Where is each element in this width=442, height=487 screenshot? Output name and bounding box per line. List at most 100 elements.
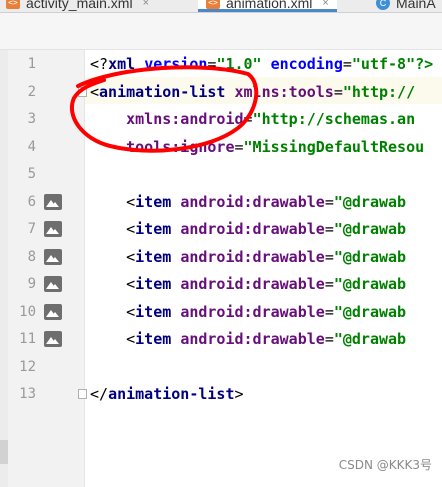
csdn-watermark: CSDN @KKK3号 — [338, 458, 432, 472]
fold-marker-icon[interactable] — [78, 389, 87, 399]
code-line: <item android:drawable="@drawab — [90, 299, 406, 326]
line-number: 2 — [27, 83, 36, 100]
line-number: 9 — [27, 276, 36, 292]
code-token: = — [324, 220, 334, 238]
code-token: tools:ignore — [126, 137, 235, 156]
drawable-preview-icon[interactable] — [44, 331, 62, 347]
drawable-preview-icon[interactable] — [44, 221, 62, 237]
code-token: "@drawab — [333, 302, 407, 321]
code-token: android:drawable — [180, 247, 325, 266]
close-icon[interactable]: × — [143, 0, 149, 9]
drawable-preview-icon[interactable] — [44, 303, 62, 320]
code-token: xml — [108, 55, 136, 73]
code-token: = — [324, 302, 334, 321]
drawable-preview-icon[interactable] — [44, 276, 62, 292]
line-number: 6 — [27, 193, 36, 210]
close-icon[interactable]: × — [322, 0, 328, 9]
code-line: <?xml version="1.0" encoding="utf-8"?> — [90, 51, 433, 78]
code-token: <? — [90, 55, 109, 73]
code-token: = — [324, 330, 334, 348]
tab-label: MainA — [396, 0, 436, 11]
code-token: = — [342, 55, 352, 73]
code-token: item — [135, 302, 172, 321]
code-token: android:drawable — [180, 220, 325, 238]
code-editor[interactable]: <?xml version="1.0" encoding="utf-8"?> <a… — [90, 51, 442, 487]
code-token: android:drawable — [180, 192, 325, 211]
code-line: <item android:drawable="@drawab — [90, 326, 406, 353]
tab-label: animation.xml — [226, 0, 313, 11]
code-token: "http:// — [342, 82, 416, 101]
xml-file-icon: <> — [206, 0, 220, 9]
code-token: item — [135, 220, 172, 238]
code-token: "@drawab — [333, 192, 407, 211]
code-token: < — [90, 192, 136, 211]
code-token: "@drawab — [333, 247, 407, 266]
fold-marker-icon[interactable] — [78, 86, 87, 97]
code-token: = — [324, 275, 334, 293]
editor-breadcrumb-bar — [0, 13, 442, 50]
line-number: 11 — [19, 331, 36, 347]
editor-tab-bar: <> activity_main.xml × <> animation.xml … — [0, 0, 442, 13]
code-token: animation-list — [99, 82, 226, 101]
code-token: "@drawab — [333, 275, 407, 293]
code-token: encoding — [270, 55, 343, 73]
code-token: > — [234, 385, 244, 403]
code-line: <item android:drawable="@drawab — [90, 216, 406, 243]
code-token: item — [135, 192, 172, 211]
line-number: 7 — [27, 221, 36, 237]
code-token: = — [243, 110, 253, 128]
tab-main-activity[interactable]: C MainA — [376, 0, 436, 12]
code-token: "utf-8"?> — [351, 55, 434, 73]
code-token: animation-list — [108, 385, 235, 403]
code-token: "1.0" — [216, 55, 262, 73]
line-number: 1 — [27, 56, 36, 72]
code-token: "http://schemas.an — [252, 110, 416, 128]
code-line: xmlns:android="http://schemas.an — [90, 106, 415, 133]
left-strip-marker — [0, 440, 8, 464]
code-line: </animation-list> — [90, 381, 244, 408]
xml-file-icon: <> — [6, 0, 20, 9]
code-token: item — [135, 247, 172, 266]
code-token: android:drawable — [180, 275, 325, 293]
drawable-preview-icon[interactable] — [44, 193, 62, 210]
line-number: 13 — [19, 386, 36, 402]
code-token: xmlns:android — [126, 110, 244, 128]
code-token: < — [90, 220, 136, 238]
code-token: = — [324, 192, 334, 211]
line-number: 3 — [27, 111, 36, 127]
code-line: <item android:drawable="@drawab — [90, 244, 406, 271]
code-token: xmlns:tools — [234, 82, 334, 101]
drawable-preview-icon[interactable] — [44, 248, 62, 265]
code-line: tools:ignore="MissingDefaultResou — [90, 134, 424, 161]
line-number: 5 — [27, 166, 36, 182]
code-token: version — [144, 55, 208, 73]
code-line: <animation-list xmlns:tools="http:// — [90, 79, 415, 106]
code-token: < — [90, 82, 100, 101]
code-line: <item android:drawable="@drawab — [90, 189, 406, 216]
code-token: "@drawab — [333, 330, 407, 348]
line-number: 12 — [19, 358, 36, 375]
code-token: "MissingDefaultResou — [243, 137, 425, 156]
code-token: < — [90, 247, 136, 266]
code-token: = — [333, 82, 343, 101]
code-token: < — [90, 330, 136, 348]
gutter-divider — [84, 50, 85, 487]
code-token: = — [234, 137, 244, 156]
tab-animation-xml[interactable]: <> animation.xml × — [198, 0, 337, 12]
code-token: </ — [90, 385, 109, 403]
tab-activity-main-xml[interactable]: <> activity_main.xml × — [6, 0, 149, 12]
tab-label: activity_main.xml — [26, 0, 133, 11]
class-c-icon: C — [376, 0, 390, 10]
code-line: <item android:drawable="@drawab — [90, 271, 406, 298]
